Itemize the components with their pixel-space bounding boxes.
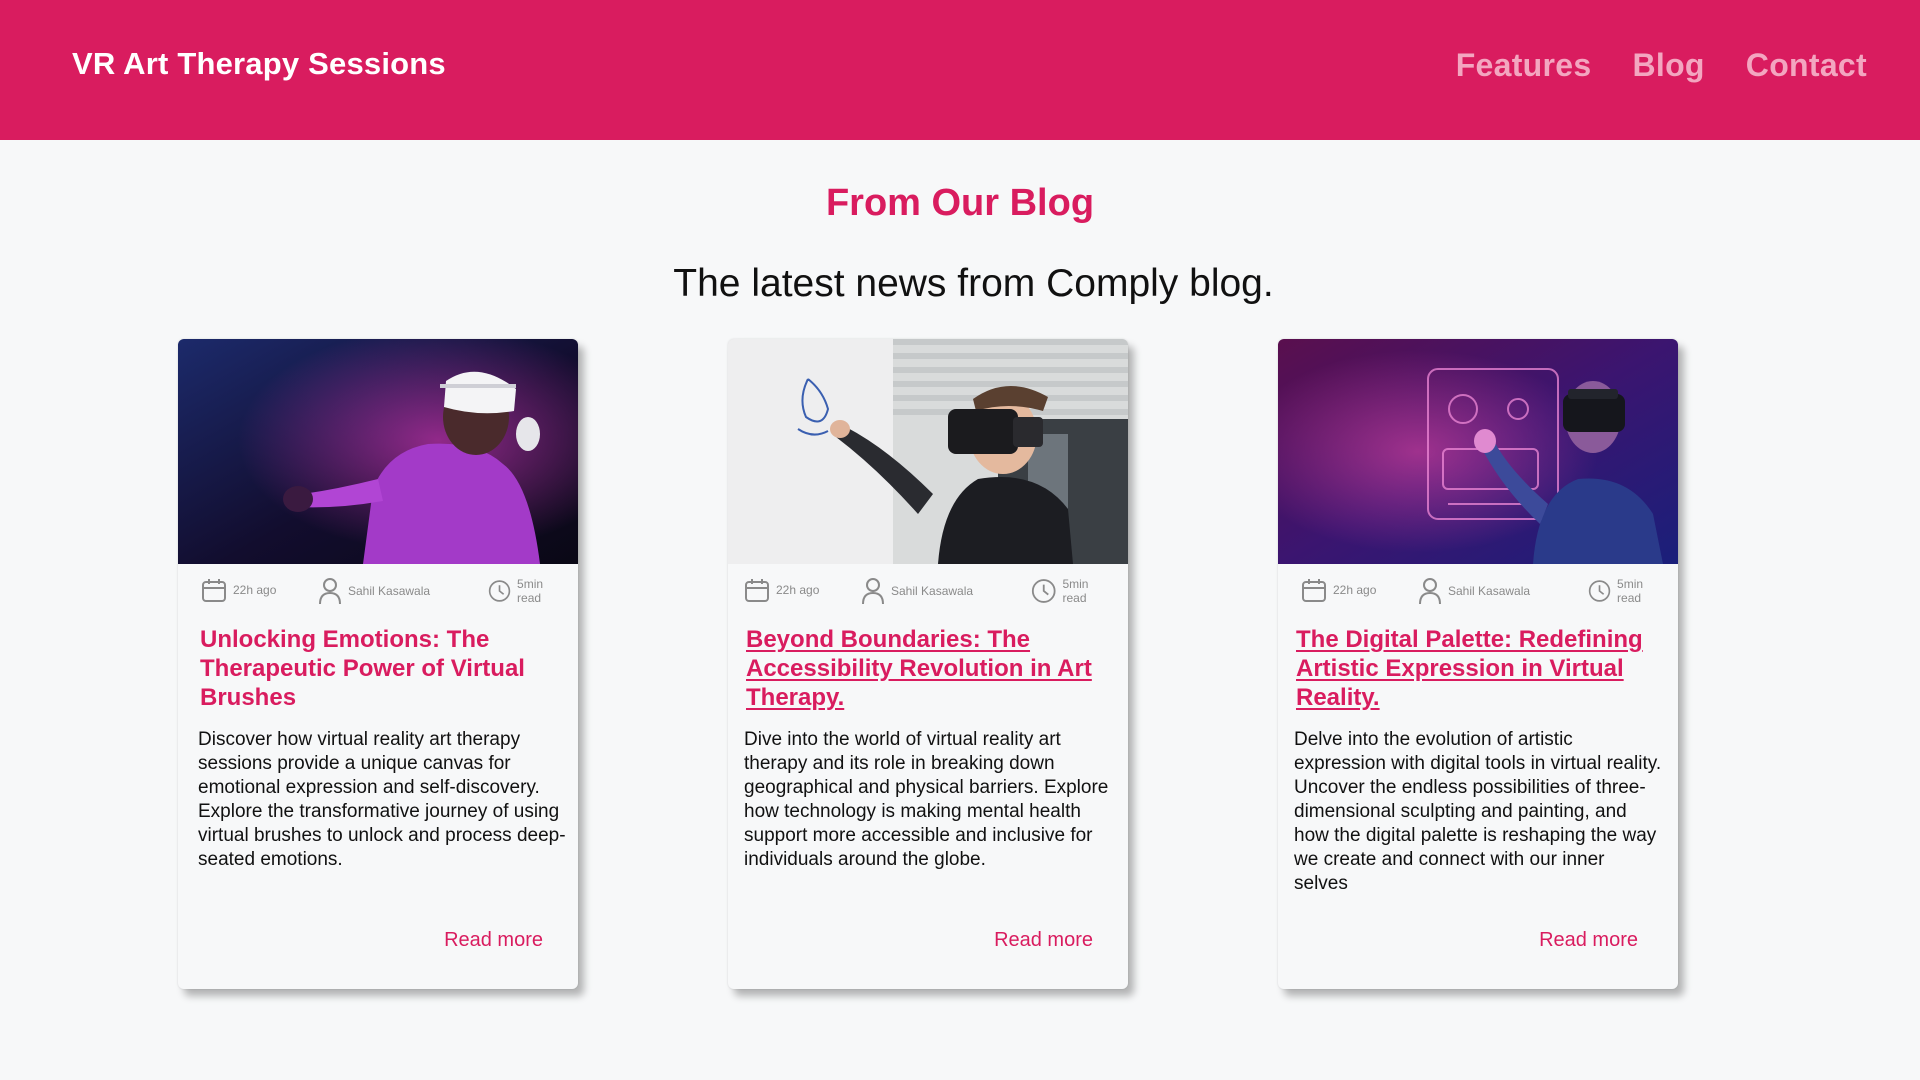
read-more-link[interactable]: Read more bbox=[1539, 929, 1638, 952]
blog-card: 22h ago Sahil Kasawala 5min read Unlocki… bbox=[178, 339, 578, 989]
vr-person-purple-image bbox=[178, 339, 578, 564]
blog-card-image[interactable] bbox=[728, 339, 1128, 564]
post-author: Sahil Kasawala bbox=[1418, 577, 1530, 605]
clock-icon bbox=[488, 580, 511, 602]
post-read-time: 5min read bbox=[1588, 577, 1661, 605]
post-read-time: 5min read bbox=[488, 577, 561, 605]
post-date-text: 22h ago bbox=[233, 583, 277, 597]
section-subtitle: The latest news from Comply blog. bbox=[673, 262, 1274, 305]
post-read-time: 5min read bbox=[1031, 577, 1111, 605]
post-author-text: Sahil Kasawala bbox=[891, 584, 974, 598]
blog-card-image[interactable] bbox=[1278, 339, 1678, 564]
post-meta: 22h ago Sahil Kasawala 5min read bbox=[745, 577, 1111, 611]
site-header: VR Art Therapy Sessions Features Blog Co… bbox=[0, 0, 1920, 140]
post-author: Sahil Kasawala bbox=[861, 577, 973, 605]
post-title[interactable]: Beyond Boundaries: The Accessibility Rev… bbox=[746, 625, 1106, 712]
clock-icon bbox=[1588, 580, 1611, 602]
post-read-time-text: 5min read bbox=[1617, 577, 1644, 605]
post-meta: 22h ago Sahil Kasawala 5min read bbox=[1301, 577, 1661, 611]
calendar-icon bbox=[202, 579, 226, 602]
nav-link-features[interactable]: Features bbox=[1456, 47, 1592, 84]
calendar-icon bbox=[745, 579, 769, 602]
post-title[interactable]: Unlocking Emotions: The Therapeutic Powe… bbox=[200, 625, 560, 712]
post-date: 22h ago bbox=[1301, 577, 1376, 603]
post-title[interactable]: The Digital Palette: Redefining Artistic… bbox=[1296, 625, 1656, 712]
post-excerpt: Delve into the evolution of artistic exp… bbox=[1294, 729, 1662, 894]
blog-card-image[interactable] bbox=[178, 339, 578, 564]
post-author-text: Sahil Kasawala bbox=[1448, 584, 1531, 598]
nav-link-contact[interactable]: Contact bbox=[1746, 47, 1867, 84]
calendar-icon bbox=[1302, 579, 1326, 602]
post-date-text: 22h ago bbox=[776, 583, 820, 597]
nav-link-blog[interactable]: Blog bbox=[1632, 47, 1704, 84]
post-read-time-text: 5min read bbox=[1062, 577, 1089, 605]
user-icon bbox=[862, 578, 884, 605]
read-more-link[interactable]: Read more bbox=[444, 929, 543, 952]
blog-card: 22h ago Sahil Kasawala 5min read Beyond … bbox=[728, 339, 1128, 989]
vr-person-whiteboard-image bbox=[728, 339, 1128, 564]
post-date-text: 22h ago bbox=[1333, 583, 1377, 597]
clock-icon bbox=[1031, 579, 1056, 603]
vr-person-hologram-image bbox=[1278, 339, 1678, 564]
post-read-time-text: 5min read bbox=[517, 577, 544, 605]
blog-card: 22h ago Sahil Kasawala 5min read The Dig… bbox=[1278, 339, 1678, 989]
post-author: Sahil Kasawala bbox=[318, 577, 430, 605]
post-date: 22h ago bbox=[744, 577, 819, 603]
read-more-link[interactable]: Read more bbox=[994, 929, 1093, 952]
user-icon bbox=[1419, 578, 1441, 605]
site-brand[interactable]: VR Art Therapy Sessions bbox=[72, 46, 446, 82]
main-nav: Features Blog Contact bbox=[1456, 47, 1867, 84]
post-excerpt: Discover how virtual reality art therapy… bbox=[198, 729, 566, 870]
post-date: 22h ago bbox=[201, 577, 276, 603]
post-excerpt: Dive into the world of virtual reality a… bbox=[744, 729, 1109, 870]
user-icon bbox=[319, 578, 341, 605]
section-title: From Our Blog bbox=[825, 182, 1095, 224]
post-author-text: Sahil Kasawala bbox=[348, 584, 431, 598]
post-meta: 22h ago Sahil Kasawala 5min read bbox=[201, 577, 561, 611]
